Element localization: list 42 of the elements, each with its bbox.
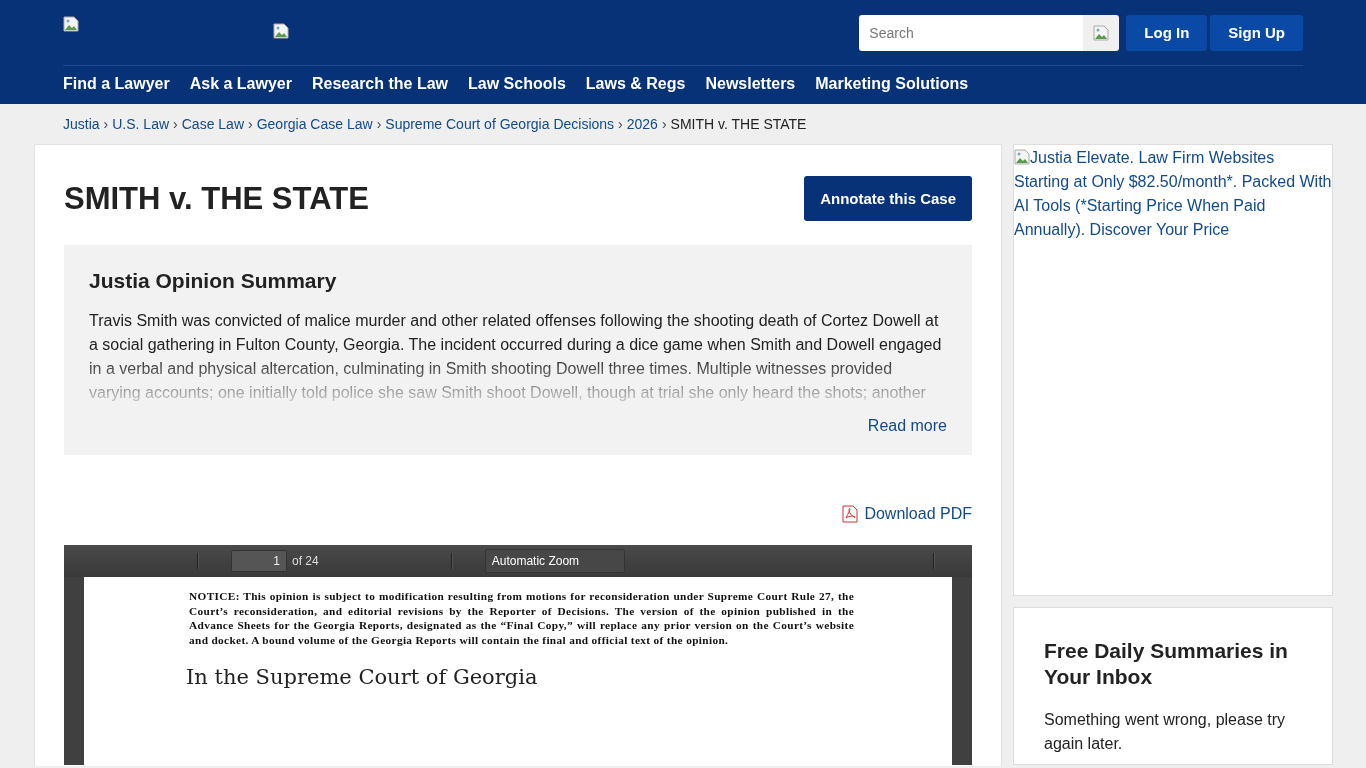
pdf-icon — [842, 505, 859, 523]
nav-link[interactable]: Newsletters — [705, 75, 796, 93]
nav-link[interactable]: Find a Lawyer — [63, 75, 170, 93]
breadcrumb-link[interactable]: U.S. Law — [112, 116, 170, 132]
breadcrumb-link[interactable]: Supreme Court of Georgia Decisions — [385, 116, 615, 132]
breadcrumb-separator: › — [376, 116, 382, 132]
zoom-select[interactable]: Automatic Zoom — [484, 549, 625, 573]
breadcrumb-separator: › — [618, 116, 623, 132]
nav-link[interactable]: Law Schools — [468, 75, 566, 93]
signup-button[interactable]: Sign Up — [1210, 14, 1303, 51]
summary-heading: Justia Opinion Summary — [89, 269, 338, 293]
page-number-field[interactable]: 1 — [231, 550, 287, 572]
nav-link[interactable]: Laws & Regs — [585, 75, 686, 93]
breadcrumb-separator: › — [248, 116, 253, 132]
nav-link[interactable]: Ask a Lawyer — [189, 75, 292, 93]
page-count: of 24 — [292, 554, 319, 568]
notice-text: NOTICE: This opinion is subject to modification resulting from motions for reconsideration under Supreme Court Rule 27, the Court’s reconsideration, and editorial revisions by the Reporter of Decisions. The version of the opinion published in the Advance Sheets for the Georgia Reports, designated as the “Final Copy,” will replace any prior version on the Court’s website and docket. A bound volume of the Georgia Reports will contain the final and official text of the opinion. — [189, 589, 854, 648]
breadcrumb-link[interactable]: Justia — [63, 116, 100, 132]
breadcrumb-link[interactable]: 2026 — [626, 116, 658, 132]
nav-link[interactable]: Marketing Solutions — [815, 75, 969, 93]
logo-icon — [273, 23, 289, 39]
logo-icon — [63, 16, 79, 32]
search-button[interactable] — [1083, 14, 1120, 51]
search-icon — [1093, 24, 1110, 41]
breadcrumb-current: SMITH v. THE STATE — [670, 116, 807, 132]
breadcrumb-separator: › — [661, 116, 667, 132]
case-title: SMITH v. THE STATE — [64, 180, 369, 217]
nav-link[interactable]: Research the Law — [312, 75, 449, 93]
court-heading: In the Supreme Court of Georgia — [186, 665, 539, 690]
newsletter-heading: Free Daily Summaries in Your Inbox — [1044, 638, 1289, 690]
login-button[interactable]: Log In — [1126, 14, 1208, 51]
breadcrumb-separator: › — [173, 116, 178, 132]
download-pdf-link[interactable]: Download PDF — [864, 505, 972, 523]
summary-text: Travis Smith was convicted of malice murder and other related offenses following the shooting death of Cortez Dowell at a social gathering in Fulton County, Georgia. The incident occurred during a dice game when Smith and Dowell engaged in a verbal and physical altercation, culminating in Smith shooting Dowell three times. Multiple witnesses provided varying accounts; one initially told police she saw Smith shoot Dowell, though at trial she only heard the shots; another — [89, 311, 943, 403]
annotate-button[interactable]: Annotate this Case — [804, 176, 972, 221]
error-message: Something went wrong, please try again later. — [1044, 710, 1286, 754]
breadcrumb-link[interactable]: Georgia Case Law — [256, 116, 373, 132]
ad-alt-text[interactable]: Justia Elevate. Law Firm Websites Starting at Only $82.50/month*. Packed With AI Tools (*Starting Price When Paid Annually). Discover Your Price — [1014, 146, 1332, 242]
breadcrumb-link[interactable]: Case Law — [181, 116, 244, 132]
read-more-link[interactable]: Read more — [867, 417, 947, 434]
breadcrumb-separator: › — [103, 116, 109, 132]
search-field[interactable]: Search — [859, 14, 1084, 51]
